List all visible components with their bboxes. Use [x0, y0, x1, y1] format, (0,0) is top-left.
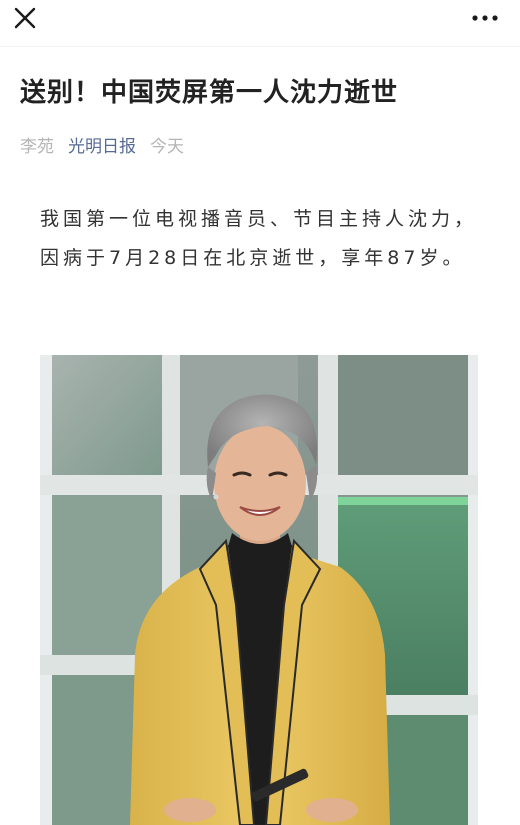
portrait-illustration [40, 355, 478, 825]
top-navigation-bar [0, 0, 520, 46]
close-icon [14, 7, 36, 29]
close-button[interactable] [8, 2, 42, 36]
more-dots-icon [472, 15, 498, 21]
article-meta: 李苑 光明日报 今天 [20, 132, 184, 157]
portrait-photo [40, 355, 478, 825]
more-options-button[interactable] [468, 2, 502, 36]
article-paragraph: 我国第一位电视播音员、节目主持人沈力，因病于7月28日在北京逝世，享年87岁。 [40, 208, 478, 269]
article-title: 送别！中国荧屏第一人沈力逝世 [20, 78, 399, 108]
account-link[interactable]: 光明日报 [68, 132, 136, 157]
publish-date: 今天 [150, 136, 184, 157]
author-name: 李苑 [20, 136, 54, 157]
header-divider [0, 46, 520, 47]
